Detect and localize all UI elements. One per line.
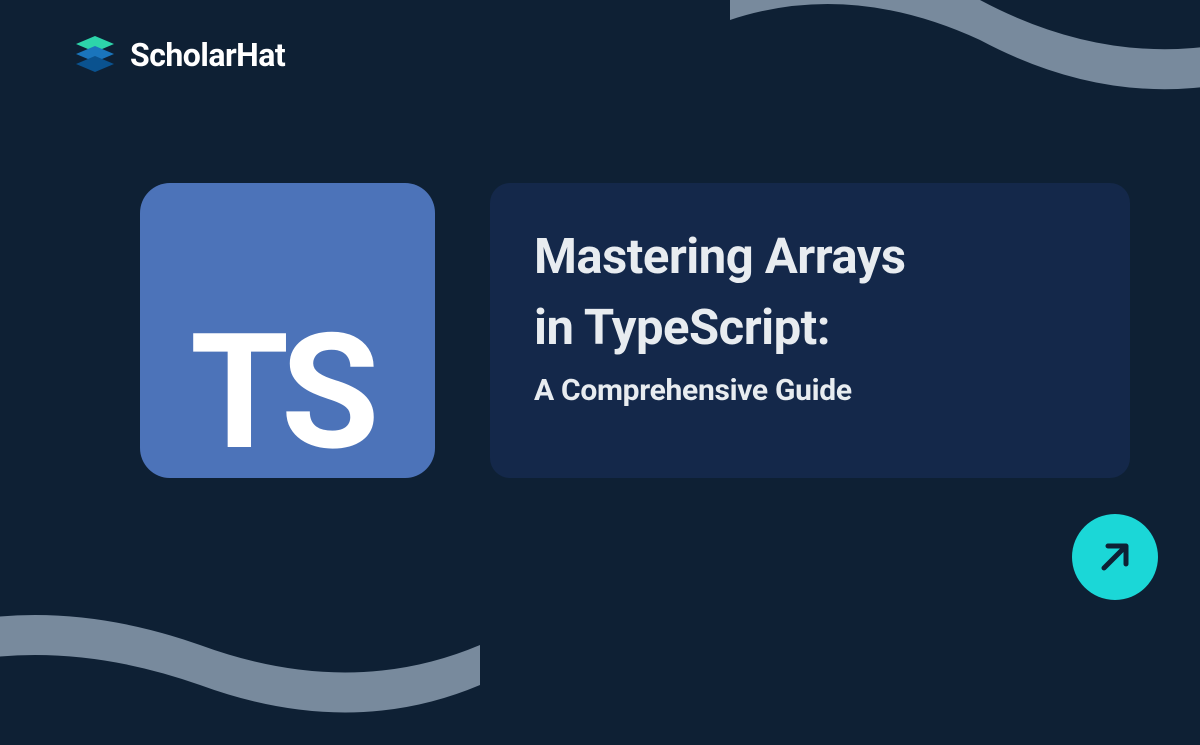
typescript-badge-text: TS bbox=[190, 314, 372, 474]
brand-name: ScholarHat bbox=[130, 36, 285, 74]
decorative-curve-top bbox=[730, 0, 1200, 160]
typescript-badge: TS bbox=[140, 183, 435, 478]
title-line-2: in TypeScript: bbox=[534, 299, 830, 356]
content-subtitle: A Comprehensive Guide bbox=[534, 373, 1086, 408]
decorative-curve-bottom bbox=[0, 545, 480, 745]
arrow-button[interactable] bbox=[1072, 514, 1158, 600]
brand-icon bbox=[72, 32, 118, 78]
brand-logo: ScholarHat bbox=[72, 32, 285, 78]
content-panel: Mastering Arrays in TypeScript: A Compre… bbox=[490, 183, 1130, 478]
content-title: Mastering Arrays in TypeScript: bbox=[534, 221, 1086, 363]
arrow-up-right-icon bbox=[1094, 536, 1136, 578]
title-line-1: Mastering Arrays bbox=[534, 228, 906, 285]
